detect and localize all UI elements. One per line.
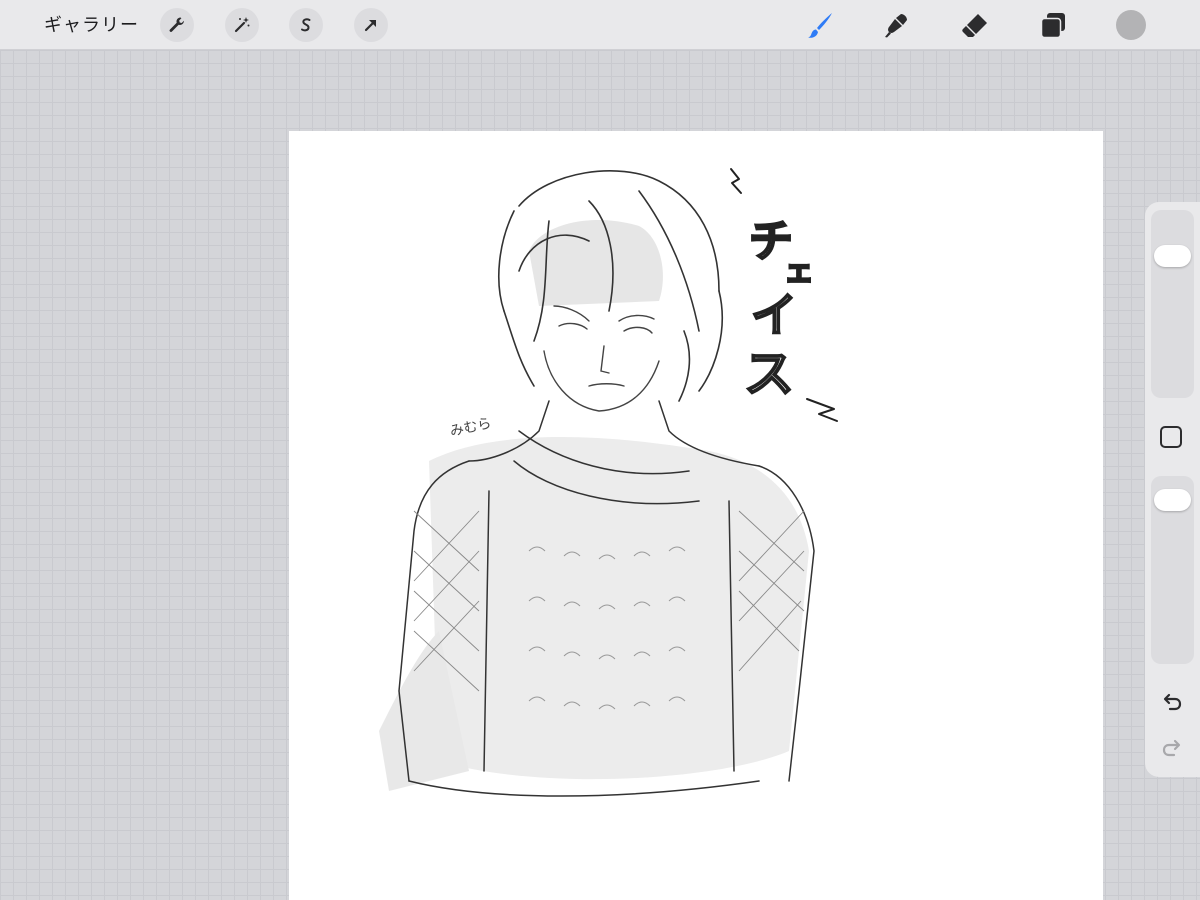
- drawing-canvas[interactable]: チ ェ イ ス みむら: [289, 131, 1103, 900]
- transform-arrow-icon[interactable]: [354, 8, 388, 42]
- actions-wrench-icon[interactable]: [160, 8, 194, 42]
- sidebar: [1145, 202, 1200, 777]
- sketch-artwork: チ ェ イ ス みむら: [379, 168, 838, 797]
- undo-icon[interactable]: [1158, 688, 1186, 716]
- brush-icon[interactable]: [803, 8, 837, 42]
- sketch-title-char-4: ス: [744, 345, 794, 403]
- smudge-icon[interactable]: [879, 8, 913, 42]
- redo-icon[interactable]: [1158, 734, 1186, 762]
- layers-icon[interactable]: [1036, 8, 1070, 42]
- square-modifier-icon[interactable]: [1158, 424, 1184, 450]
- color-swatch[interactable]: [1116, 10, 1146, 40]
- opacity-slider-thumb[interactable]: [1154, 489, 1191, 511]
- gallery-button[interactable]: ギャラリー: [44, 11, 139, 37]
- opacity-slider[interactable]: [1151, 476, 1194, 664]
- selection-icon[interactable]: [289, 8, 323, 42]
- artist-signature: みむら: [449, 416, 493, 440]
- eraser-icon[interactable]: [958, 8, 992, 42]
- top-toolbar: ギャラリー: [0, 0, 1200, 50]
- brush-size-slider[interactable]: [1151, 210, 1194, 398]
- brush-size-slider-thumb[interactable]: [1154, 245, 1191, 267]
- sketch-title-char-2: ェ: [784, 254, 814, 289]
- adjustments-magic-wand-icon[interactable]: [225, 8, 259, 42]
- sketch-title-char-3: イ: [751, 288, 797, 342]
